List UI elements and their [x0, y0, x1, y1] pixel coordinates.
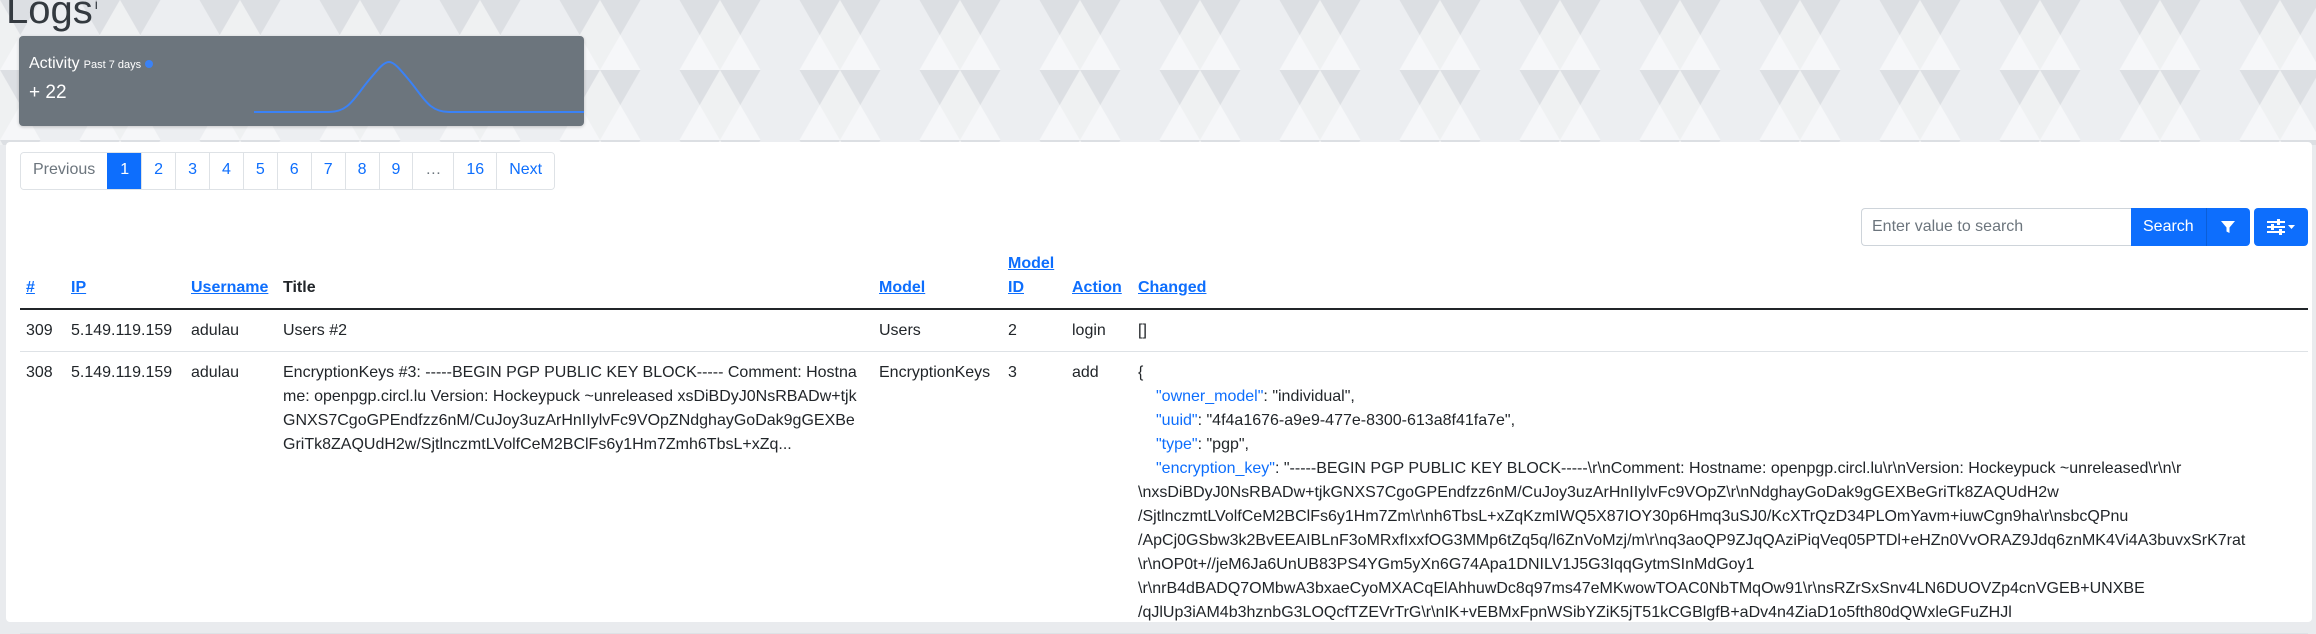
- activity-count: + 22: [29, 82, 67, 103]
- sliders-icon: [2266, 219, 2295, 235]
- activity-sparkline: [254, 60, 584, 113]
- pagination-page-6[interactable]: 6: [276, 153, 311, 189]
- cell-model-id: 2: [1002, 309, 1066, 352]
- logs-panel: Previous 1 2 3 4 5 6 7 8 9 … 16 Next Sea…: [6, 142, 2312, 634]
- sort-model-link[interactable]: Model: [879, 279, 925, 296]
- logs-table: # IP Username Title Model Model ID Actio…: [20, 252, 2308, 634]
- json-continuation: /ApCj0GSbw3k2BvEEAIBLnF3oMRxfIxxfOG3MMp6…: [1138, 532, 2246, 549]
- cell-model-id: 3: [1002, 351, 1066, 634]
- cell-username: adulau: [185, 309, 277, 352]
- json-continuation: /qJlUp3iAM4b3hznbG3LOQcfTZEVrTrG\r\nIK+v…: [1138, 604, 2012, 621]
- pagination-page-last[interactable]: 16: [453, 153, 497, 189]
- json-value: : "4f4a1676-a9e9-477e-8300-613a8f41fa7e"…: [1197, 412, 1516, 429]
- json-line: "uuid": "4f4a1676-a9e9-477e-8300-613a8f4…: [1138, 409, 2302, 433]
- filter-icon: [2221, 221, 2236, 233]
- cell-action: login: [1066, 309, 1132, 352]
- table-row[interactable]: 308 5.149.119.159 adulau EncryptionKeys …: [20, 351, 2308, 634]
- cell-changed: []: [1132, 309, 2308, 352]
- header-title: Title: [277, 252, 873, 310]
- json-key: "type": [1156, 436, 1198, 453]
- activity-card: Activity Past 7 days + 22: [19, 36, 584, 126]
- pagination-page-4[interactable]: 4: [208, 153, 243, 189]
- table-header-row: # IP Username Title Model Model ID Actio…: [20, 252, 2308, 310]
- pagination-next[interactable]: Next: [496, 153, 555, 189]
- cell-changed: { "owner_model": "individual", "uuid": "…: [1132, 351, 2308, 634]
- pagination-page-2[interactable]: 2: [141, 153, 176, 189]
- sort-username-link[interactable]: Username: [191, 279, 268, 296]
- header-ip: IP: [65, 252, 185, 310]
- cell-ip: 5.149.119.159: [65, 309, 185, 352]
- pagination-ellipsis: …: [412, 153, 454, 189]
- activity-label: Activity: [29, 55, 80, 72]
- filter-button[interactable]: [2205, 208, 2250, 246]
- sort-ip-link[interactable]: IP: [71, 279, 86, 296]
- json-value: : "pgp",: [1197, 436, 1249, 453]
- json-line: "encryption_key": "-----BEGIN PGP PUBLIC…: [1138, 457, 2302, 481]
- header-model-id: Model ID: [1002, 252, 1066, 310]
- page-title: Logs i: [6, 0, 98, 33]
- search-group: Search: [1861, 208, 2308, 246]
- json-key: "encryption_key": [1156, 460, 1275, 477]
- json-line: "owner_model": "individual",: [1138, 385, 2302, 409]
- cell-id: 308: [20, 351, 65, 634]
- header-changed: Changed: [1132, 252, 2308, 310]
- column-settings-button[interactable]: [2253, 208, 2308, 246]
- sort-id-link[interactable]: #: [26, 279, 35, 296]
- cell-title: EncryptionKeys #3: -----BEGIN PGP PUBLIC…: [277, 351, 873, 634]
- json-continuation: \r\nOP0t+//jeM6Ja6UnUB83PS4YGm5yXn6G74Ap…: [1138, 556, 1755, 573]
- info-circle-icon[interactable]: [145, 59, 154, 68]
- header-username: Username: [185, 252, 277, 310]
- pagination-page-3[interactable]: 3: [175, 153, 209, 189]
- search-button[interactable]: Search: [2131, 208, 2206, 246]
- cell-title: Users #2: [277, 309, 873, 352]
- json-open-brace: {: [1138, 364, 1144, 381]
- pagination-previous[interactable]: Previous: [21, 153, 108, 189]
- activity-title: Activity Past 7 days: [29, 55, 154, 73]
- pagination-page-8[interactable]: 8: [344, 153, 379, 189]
- json-value: : "-----BEGIN PGP PUBLIC KEY BLOCK-----\…: [1274, 460, 2182, 477]
- json-continuation: /SjtlnczmtLVolfCeM2BClFs6y1Hm7Zm\r\nh6Tb…: [1138, 508, 2129, 525]
- table-row[interactable]: 309 5.149.119.159 adulau Users #2 Users …: [20, 309, 2308, 352]
- search-input[interactable]: [1861, 208, 2131, 246]
- pagination-page-9[interactable]: 9: [378, 153, 413, 189]
- cell-id: 309: [20, 309, 65, 352]
- activity-period: Past 7 days: [83, 59, 142, 71]
- json-value: : "individual",: [1263, 388, 1355, 405]
- json-continuation: \nxsDiBDyJ0NsRBADw+tjkGNXS7CgoGPEndfzz6n…: [1138, 484, 2059, 501]
- cell-model: Users: [873, 309, 1002, 352]
- sort-changed-link[interactable]: Changed: [1138, 279, 1206, 296]
- json-line: "type": "pgp",: [1138, 433, 2302, 457]
- sort-model-id-link[interactable]: Model ID: [1008, 255, 1054, 296]
- pagination-page-5[interactable]: 5: [242, 153, 277, 189]
- pagination-page-7[interactable]: 7: [310, 153, 345, 189]
- cell-ip: 5.149.119.159: [65, 351, 185, 634]
- sort-action-link[interactable]: Action: [1072, 279, 1122, 296]
- header-model: Model: [873, 252, 1002, 310]
- cell-model: EncryptionKeys: [873, 351, 1002, 634]
- pagination: Previous 1 2 3 4 5 6 7 8 9 … 16 Next: [20, 152, 556, 190]
- cell-action: add: [1066, 351, 1132, 634]
- header-id: #: [20, 252, 65, 310]
- info-icon[interactable]: i: [95, 0, 98, 12]
- json-continuation: \r\nrB4dBADQ7OMbwA3bxaeCyoMXACqElAhhuwDc…: [1138, 580, 2145, 597]
- pagination-page-1[interactable]: 1: [107, 153, 142, 189]
- json-key: "uuid": [1156, 412, 1198, 429]
- json-key: "owner_model": [1156, 388, 1264, 405]
- header-action: Action: [1066, 252, 1132, 310]
- cell-username: adulau: [185, 351, 277, 634]
